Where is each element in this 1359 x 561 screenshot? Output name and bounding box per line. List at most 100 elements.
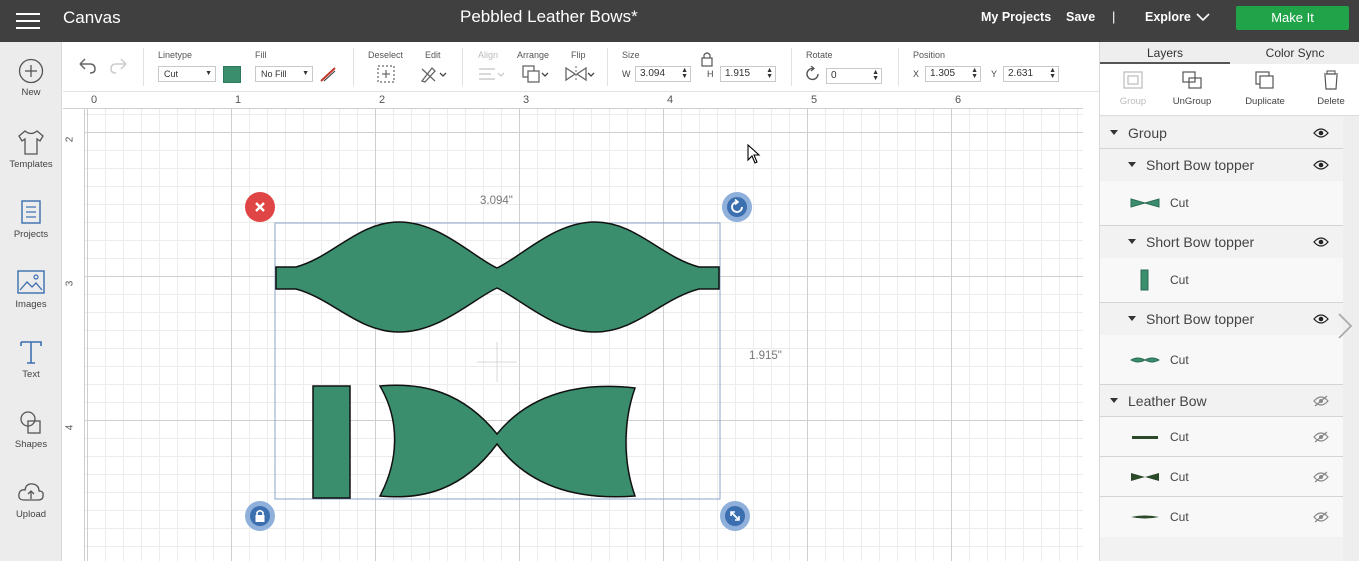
linetype-color-swatch[interactable] <box>223 66 241 83</box>
spinner-icon[interactable]: ▲ ▼ <box>766 67 773 80</box>
strip-thumbnail-icon <box>1132 435 1158 439</box>
project-title: Pebbled Leather Bows* <box>460 7 638 26</box>
eye-hidden-icon[interactable] <box>1313 431 1329 443</box>
deselect-icon[interactable] <box>376 64 396 84</box>
short-bow-topper-shape[interactable] <box>275 221 720 333</box>
layer-cut-label: Cut <box>1170 510 1189 524</box>
spinner-icon[interactable]: ▲ ▼ <box>872 69 879 82</box>
layer-cut-item[interactable]: Cut <box>1100 457 1343 497</box>
fill-select[interactable]: No Fill ▼ <box>255 66 313 82</box>
save-link[interactable]: Save <box>1066 10 1095 24</box>
design-canvas[interactable]: 0 1 2 3 4 5 6 2 3 4 3.094" 1.915" <box>63 92 1083 561</box>
lock-proportions-handle[interactable] <box>245 501 275 531</box>
expand-triangle-icon[interactable] <box>1128 316 1136 321</box>
deselect-label: Deselect <box>368 50 404 60</box>
bow-thumbnail-icon <box>1130 198 1160 208</box>
toolbar-divider <box>898 48 899 86</box>
height-input[interactable]: 1.915 ▲ ▼ <box>720 66 776 82</box>
delete-button[interactable]: Delete <box>1298 64 1359 107</box>
sidebar-label-upload: Upload <box>15 509 47 520</box>
chevron-down-icon[interactable] <box>1196 12 1210 22</box>
spinner-icon[interactable]: ▲ ▼ <box>971 67 978 80</box>
sidebar-item-shapes[interactable]: Shapes <box>0 408 62 472</box>
lock-icon[interactable] <box>700 51 714 67</box>
tab-layers[interactable]: Layers <box>1100 42 1230 64</box>
tab-color-sync[interactable]: Color Sync <box>1230 42 1359 64</box>
eye-icon[interactable] <box>1313 313 1329 325</box>
position-label: Position <box>913 50 946 60</box>
layer-name: Short Bow topper <box>1146 234 1255 250</box>
layer-short-bow-topper[interactable]: Short Bow topper <box>1100 226 1343 258</box>
duplicate-icon <box>1255 71 1274 89</box>
text-icon <box>20 341 42 364</box>
sidebar-item-text[interactable]: Text <box>0 338 62 402</box>
y-position-input[interactable]: 2.631 ▲ ▼ <box>1003 66 1059 82</box>
undo-icon[interactable] <box>76 55 98 75</box>
eye-icon[interactable] <box>1313 236 1329 248</box>
flip-icon[interactable] <box>564 64 596 84</box>
layer-cut-item[interactable]: Cut <box>1100 335 1343 385</box>
resize-handle[interactable] <box>720 501 750 531</box>
eye-hidden-icon[interactable] <box>1313 471 1329 483</box>
arrange-icon[interactable] <box>521 64 551 84</box>
layer-name: Group <box>1128 124 1167 141</box>
edit-tools-icon[interactable] <box>419 64 449 84</box>
layers-panel: Layers Color Sync Group UnGroup Duplicat… <box>1099 42 1359 561</box>
bow-center-strap-shape[interactable] <box>312 385 351 499</box>
layer-cut-item[interactable]: Cut <box>1100 181 1343 226</box>
hamburger-menu-icon[interactable] <box>16 10 40 30</box>
ungroup-button[interactable]: UnGroup <box>1159 64 1225 107</box>
x-position-input[interactable]: 1.305 ▲ ▼ <box>925 66 981 82</box>
layer-name: Leather Bow <box>1128 392 1207 409</box>
chevron-right-icon[interactable] <box>1336 312 1354 340</box>
height-value: 1.915 <box>725 68 751 79</box>
redo-icon[interactable] <box>108 55 130 75</box>
layers-list: Group Short Bow topper Cut Short Bow top… <box>1100 117 1343 561</box>
duplicate-button[interactable]: Duplicate <box>1232 64 1298 107</box>
eye-hidden-icon[interactable] <box>1313 511 1329 523</box>
layer-name: Short Bow topper <box>1146 311 1255 327</box>
rotate-icon <box>806 66 819 81</box>
sidebar-label-projects: Projects <box>13 229 49 240</box>
sidebar-item-images[interactable]: Images <box>0 268 62 332</box>
rotate-input[interactable]: 0 ▲ ▼ <box>826 68 882 84</box>
ungroup-label: UnGroup <box>1172 96 1212 107</box>
layer-leather-bow[interactable]: Leather Bow <box>1100 385 1343 417</box>
sidebar-item-templates[interactable]: Templates <box>0 128 62 192</box>
linetype-select[interactable]: Cut ▼ <box>158 66 216 82</box>
leather-bow-tail-shape[interactable] <box>378 384 637 498</box>
expand-triangle-icon[interactable] <box>1110 129 1118 135</box>
layer-cut-item[interactable]: Cut <box>1100 258 1343 303</box>
layer-cut-label: Cut <box>1170 429 1189 444</box>
sidebar-item-new[interactable]: New <box>0 58 62 122</box>
expand-triangle-icon[interactable] <box>1110 397 1118 403</box>
bow-thumbnail-icon <box>1130 357 1160 362</box>
expand-triangle-icon[interactable] <box>1128 162 1136 167</box>
layer-cut-item[interactable]: Cut <box>1100 497 1343 537</box>
eye-icon[interactable] <box>1313 127 1329 139</box>
sidebar-label-shapes: Shapes <box>14 439 48 450</box>
my-projects-link[interactable]: My Projects <box>981 10 1051 24</box>
group-button[interactable]: Group <box>1100 64 1166 107</box>
expand-triangle-icon[interactable] <box>1128 239 1136 244</box>
width-input[interactable]: 3.094 ▲ ▼ <box>635 66 691 82</box>
layer-short-bow-topper[interactable]: Short Bow topper <box>1100 303 1343 335</box>
delete-handle[interactable] <box>245 192 275 222</box>
eye-hidden-icon[interactable] <box>1313 395 1329 407</box>
layer-short-bow-topper[interactable]: Short Bow topper <box>1100 149 1343 181</box>
spinner-icon[interactable]: ▲ ▼ <box>1049 67 1056 80</box>
no-fill-swatch-icon[interactable] <box>319 66 337 83</box>
edit-label: Edit <box>425 50 441 60</box>
spinner-icon[interactable]: ▲ ▼ <box>681 67 688 80</box>
sidebar-item-projects[interactable]: Projects <box>0 198 62 262</box>
layer-cut-item[interactable]: Cut <box>1100 417 1343 457</box>
fill-label: Fill <box>255 50 267 60</box>
layer-group[interactable]: Group <box>1100 117 1343 149</box>
explore-menu[interactable]: Explore <box>1145 10 1191 24</box>
sidebar-item-upload[interactable]: Upload <box>0 478 62 542</box>
group-label: Group <box>1119 96 1147 107</box>
align-icon[interactable] <box>476 66 506 82</box>
eye-icon[interactable] <box>1313 159 1329 171</box>
rotate-handle[interactable] <box>722 192 752 222</box>
make-it-button[interactable]: Make It <box>1236 6 1349 30</box>
